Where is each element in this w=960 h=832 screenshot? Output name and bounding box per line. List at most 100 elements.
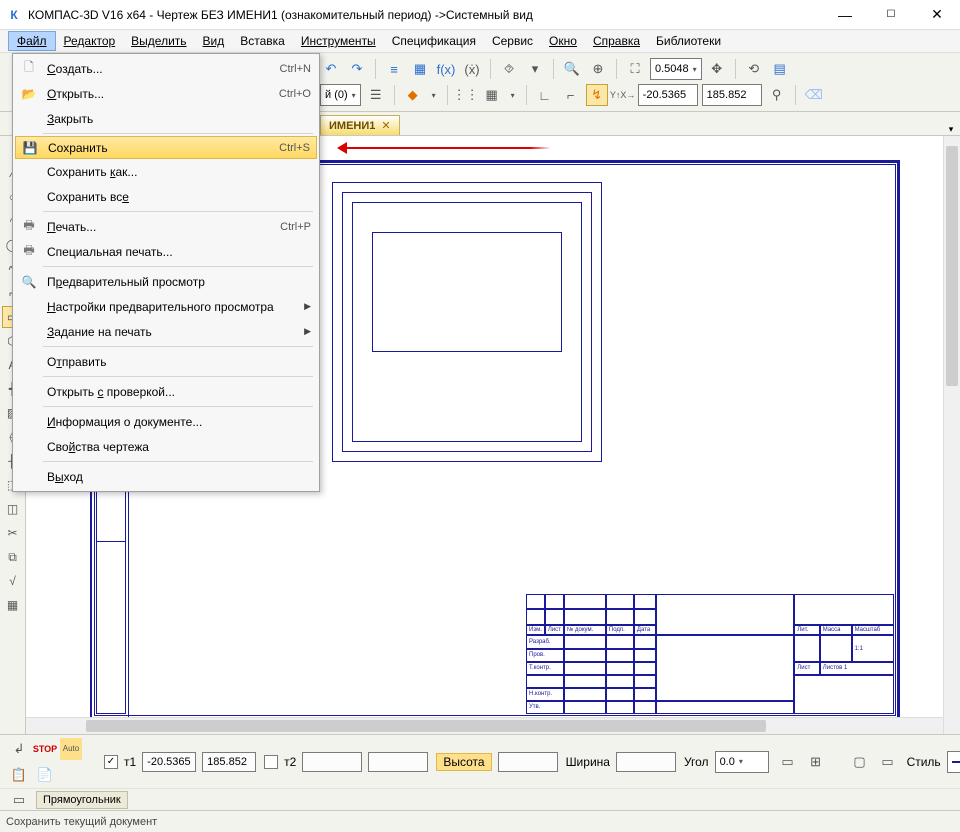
grid-dd-icon[interactable]: ▾ bbox=[507, 84, 519, 106]
mi-print[interactable]: 🖶 Печать... Ctrl+P bbox=[15, 214, 317, 239]
mi-doc-props[interactable]: Свойства чертежа bbox=[15, 434, 317, 459]
mi-exit[interactable]: Выход bbox=[15, 464, 317, 489]
menu-file[interactable]: Файл bbox=[8, 31, 56, 51]
dd-icon[interactable]: ▾ bbox=[524, 58, 546, 80]
ortho-icon[interactable]: ∟ bbox=[534, 84, 556, 106]
tool-macro-icon[interactable]: ⧉ bbox=[2, 546, 24, 568]
tool-offset-icon[interactable]: ◫ bbox=[2, 498, 24, 520]
auto-icon[interactable]: Auto bbox=[60, 738, 82, 760]
t2-check[interactable] bbox=[264, 755, 278, 769]
menu-spec[interactable]: Спецификация bbox=[384, 32, 484, 50]
tab-close-icon[interactable]: ✕ bbox=[381, 119, 390, 132]
width-label: Ширина bbox=[566, 755, 610, 769]
mi-open-check[interactable]: Открыть с проверкой... bbox=[15, 379, 317, 404]
osnap-dd-icon[interactable]: ▾ bbox=[428, 84, 440, 106]
zoom-fit-icon[interactable]: ⛶ bbox=[624, 58, 646, 80]
mi-create[interactable]: 🗋 ССоздать...оздать... Ctrl+N bbox=[15, 56, 317, 81]
style-combo[interactable]: ▾ bbox=[947, 751, 960, 773]
set1-icon[interactable]: ⋮⋮ bbox=[455, 84, 477, 106]
menu-view[interactable]: Вид bbox=[195, 32, 233, 50]
layer-combo[interactable]: й (0)▾ bbox=[320, 84, 361, 106]
undo-icon[interactable]: ↶ bbox=[320, 58, 342, 80]
minimize-button[interactable]: — bbox=[822, 0, 868, 30]
t1-x-input[interactable] bbox=[142, 752, 196, 772]
menu-libs[interactable]: Библиотеки bbox=[648, 32, 729, 50]
menu-editor[interactable]: Редактор bbox=[56, 32, 124, 50]
angle-combo[interactable]: 0.0▾ bbox=[715, 751, 769, 773]
square-icon[interactable]: ▭ bbox=[877, 751, 899, 773]
height-input[interactable] bbox=[498, 752, 558, 772]
zoom-combo[interactable]: 0.5048▾ bbox=[650, 58, 702, 80]
snap2-icon[interactable]: ⌐ bbox=[560, 84, 582, 106]
tabs-overflow-icon[interactable]: ▾ bbox=[942, 124, 960, 135]
mi-close[interactable]: Закрыть bbox=[15, 106, 317, 131]
pan-icon[interactable]: ✥ bbox=[706, 58, 728, 80]
refresh-icon[interactable]: ⟲ bbox=[743, 58, 765, 80]
grid-icon[interactable]: ▦ bbox=[481, 84, 503, 106]
osnap-icon[interactable]: ◆ bbox=[402, 84, 424, 106]
annotation-arrow bbox=[341, 147, 551, 149]
menu-select[interactable]: Выделить bbox=[123, 32, 194, 50]
mi-doc-info[interactable]: Информация о документе... bbox=[15, 409, 317, 434]
tool-trim-icon[interactable]: ✂ bbox=[2, 522, 24, 544]
window-title: КОМПАС-3D V16 x64 - Чертеж БЕЗ ИМЕНИ1 (о… bbox=[28, 8, 822, 22]
zoom-in-icon[interactable]: ⊕ bbox=[587, 58, 609, 80]
mi-save-all[interactable]: Сохранить все bbox=[15, 184, 317, 209]
calc-icon[interactable]: ▦ bbox=[409, 58, 431, 80]
close-button[interactable]: ✕ bbox=[914, 0, 960, 30]
stop-icon[interactable]: STOP bbox=[34, 738, 56, 760]
coord-x-field[interactable]: -20.5365 bbox=[638, 84, 698, 106]
xy-icon[interactable]: Y↑X→ bbox=[612, 84, 634, 106]
tab-rect[interactable]: Прямоугольник bbox=[36, 791, 128, 809]
bom-icon[interactable]: ≡ bbox=[383, 58, 405, 80]
redo-icon[interactable]: ↷ bbox=[346, 58, 368, 80]
coord-mgr-icon[interactable]: ⚲ bbox=[766, 84, 788, 106]
mi-open[interactable]: 📂 Открыть... Ctrl+O bbox=[15, 81, 317, 106]
width-input[interactable] bbox=[616, 752, 676, 772]
format-icon[interactable]: ⌫ bbox=[803, 84, 825, 106]
mi-preview[interactable]: 🔍 Предварительный просмотр bbox=[15, 269, 317, 294]
mi-save[interactable]: 💾 Сохранить Ctrl+S bbox=[15, 136, 317, 159]
menu-service[interactable]: Сервис bbox=[484, 32, 541, 50]
mi-send[interactable]: Отправить bbox=[15, 349, 317, 374]
whatsthis-icon[interactable]: ⯑ bbox=[498, 58, 520, 80]
open-icon: 📂 bbox=[19, 87, 39, 101]
fx-icon[interactable]: f(x) bbox=[435, 58, 457, 80]
vars-icon[interactable]: (ẋ) bbox=[461, 58, 483, 80]
mi-print-job[interactable]: Задание на печать ▶ bbox=[15, 319, 317, 344]
menu-window[interactable]: Окно bbox=[541, 32, 585, 50]
t2-y-input[interactable] bbox=[368, 752, 428, 772]
paste-props-icon[interactable]: 📄 bbox=[34, 764, 56, 786]
lib-icon[interactable]: ▤ bbox=[769, 58, 791, 80]
lcsys-icon[interactable]: ↯ bbox=[586, 84, 608, 106]
menu-help[interactable]: Справка bbox=[585, 32, 648, 50]
t2-x-input[interactable] bbox=[302, 752, 362, 772]
layer-mgr-icon[interactable]: ☰ bbox=[365, 84, 387, 106]
coord-y-field[interactable]: 185.852 bbox=[702, 84, 762, 106]
height-label: Высота bbox=[436, 753, 491, 771]
rounded-icon[interactable]: ▢ bbox=[849, 751, 871, 773]
document-tab[interactable]: ИМЕНИ1 ✕ bbox=[320, 115, 400, 135]
mi-save-as[interactable]: Сохранить как... bbox=[15, 159, 317, 184]
tool-table-icon[interactable]: ▦ bbox=[2, 594, 24, 616]
horizontal-scrollbar[interactable] bbox=[26, 717, 943, 734]
menu-insert[interactable]: Вставка bbox=[232, 32, 293, 50]
tab-rect-icon[interactable]: ▭ bbox=[8, 789, 30, 811]
axis-off-icon[interactable]: ▭ bbox=[777, 751, 799, 773]
axis-on-icon[interactable]: ⊞ bbox=[805, 751, 827, 773]
enter-icon[interactable]: ↲ bbox=[8, 738, 30, 760]
mi-spec-print[interactable]: 🖶 Специальная печать... bbox=[15, 239, 317, 264]
mi-preview-settings[interactable]: Настройки предварительного просмотра ▶ bbox=[15, 294, 317, 319]
menu-tools[interactable]: Инструменты bbox=[293, 32, 384, 50]
t1-check[interactable]: ✓ bbox=[104, 755, 118, 769]
titlebar: К КОМПАС-3D V16 x64 - Чертеж БЕЗ ИМЕНИ1 … bbox=[0, 0, 960, 30]
properties-panel: ↲ STOP Auto 📋 📄 ✓ т1 т2 Высота Ширина Уг… bbox=[0, 734, 960, 788]
t1-y-input[interactable] bbox=[202, 752, 256, 772]
app-icon: К bbox=[0, 8, 28, 22]
zoom-area-icon[interactable]: 🔍 bbox=[561, 58, 583, 80]
tool-rough-icon[interactable]: √ bbox=[2, 570, 24, 592]
maximize-button[interactable]: ☐ bbox=[868, 0, 914, 30]
copy-props-icon[interactable]: 📋 bbox=[8, 764, 30, 786]
preview-icon: 🔍 bbox=[19, 275, 39, 289]
vertical-scrollbar[interactable] bbox=[943, 136, 960, 734]
